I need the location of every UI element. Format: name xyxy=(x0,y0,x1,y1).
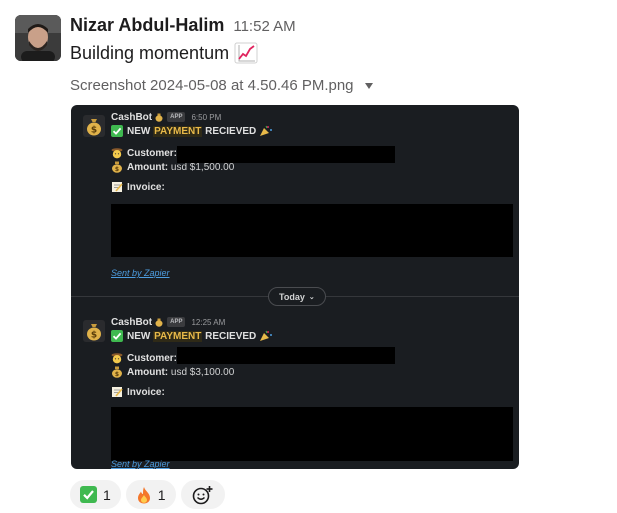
bot-message: $ CashBot APP 12:25 AM NEW PAYMENT RECIE… xyxy=(71,316,519,469)
invoice-label: Invoice: xyxy=(127,386,165,398)
message-text: Building momentum xyxy=(70,42,258,64)
message-body: Building momentum xyxy=(70,42,230,63)
money-bag-icon xyxy=(155,113,163,122)
customer-label: Customer: xyxy=(127,147,178,159)
invoice-line: Invoice: xyxy=(111,180,513,194)
party-popper-icon xyxy=(260,125,273,136)
bot-name: CashBot xyxy=(111,111,153,123)
money-bag-icon: $ xyxy=(112,161,122,173)
chart-increasing-icon xyxy=(234,42,258,64)
bot-name: CashBot xyxy=(111,316,153,328)
sent-by-link[interactable]: Sent by Zapier xyxy=(111,268,170,278)
redacted-customer xyxy=(177,146,395,163)
party-popper-icon xyxy=(260,330,273,341)
memo-icon xyxy=(112,387,123,397)
reactions-bar: 1 1 xyxy=(70,480,225,509)
svg-text:$: $ xyxy=(91,126,97,136)
amount-value: usd $3,100.00 xyxy=(170,366,235,378)
message-timestamp[interactable]: 11:52 AM xyxy=(233,18,295,35)
author-name[interactable]: Nizar Abdul-Halim xyxy=(70,15,224,36)
app-badge: APP xyxy=(167,112,186,122)
money-bag-icon: $ xyxy=(83,115,105,137)
today-label: Today xyxy=(279,291,305,302)
amount-line: $ Amount: usd $3,100.00 xyxy=(111,365,513,379)
message-header: Nizar Abdul-Halim 11:52 AM xyxy=(70,15,296,37)
reaction-fire[interactable]: 1 xyxy=(125,480,176,509)
file-name-label[interactable]: Screenshot 2024-05-08 at 4.50.46 PM.png xyxy=(70,77,354,94)
headline-suffix: RECIEVED xyxy=(205,125,257,137)
amount-label: Amount: xyxy=(127,366,169,378)
svg-text:$: $ xyxy=(115,371,119,378)
headline-prefix: NEW xyxy=(127,125,151,137)
bot-timestamp: 12:25 AM xyxy=(191,317,226,327)
invoice-line: Invoice: xyxy=(111,385,513,399)
file-name[interactable]: Screenshot 2024-05-08 at 4.50.46 PM.png xyxy=(70,77,373,94)
reaction-count: 1 xyxy=(103,486,111,503)
app-badge: APP xyxy=(167,317,186,327)
sent-by-link[interactable]: Sent by Zapier xyxy=(111,459,170,469)
redacted-invoice xyxy=(111,407,513,461)
headline-prefix: NEW xyxy=(127,330,151,342)
add-reaction-icon xyxy=(192,485,213,504)
today-pill[interactable]: Today ⌄ xyxy=(268,287,326,306)
bot-message: $ CashBot APP 6:50 PM NEW PAYMENT RECIEV… xyxy=(71,111,519,281)
white-check-mark-icon xyxy=(111,330,123,342)
attached-screenshot[interactable]: $ CashBot APP 6:50 PM NEW PAYMENT RECIEV… xyxy=(71,105,519,469)
white-check-mark-icon xyxy=(80,486,97,503)
bot-timestamp: 6:50 PM xyxy=(191,112,222,122)
bot-header: CashBot APP 6:50 PM xyxy=(111,111,513,123)
payment-headline: NEW PAYMENT RECIEVED xyxy=(111,329,513,343)
headline-suffix: RECIEVED xyxy=(205,330,257,342)
add-reaction-button[interactable] xyxy=(180,480,225,509)
payment-headline: NEW PAYMENT RECIEVED xyxy=(111,124,513,138)
redacted-invoice xyxy=(111,204,513,257)
chevron-down-icon: ⌄ xyxy=(308,293,315,301)
money-bag-icon xyxy=(155,318,163,327)
invoice-label: Invoice: xyxy=(127,181,165,193)
money-bag-icon: $ xyxy=(83,320,105,342)
customer-label: Customer: xyxy=(127,352,178,364)
white-check-mark-icon xyxy=(111,125,123,137)
headline-highlight: PAYMENT xyxy=(153,330,203,342)
amount-value: usd $1,500.00 xyxy=(170,161,235,173)
reaction-check[interactable]: 1 xyxy=(70,480,121,509)
cowboy-face-icon xyxy=(111,353,123,364)
svg-text:$: $ xyxy=(91,331,97,341)
avatar[interactable] xyxy=(15,15,61,61)
fire-icon xyxy=(137,486,150,503)
svg-text:$: $ xyxy=(115,166,119,173)
redacted-customer xyxy=(177,347,395,364)
chevron-down-icon[interactable] xyxy=(364,82,373,89)
headline-highlight: PAYMENT xyxy=(153,125,203,137)
cowboy-face-icon xyxy=(111,148,123,159)
bot-header: CashBot APP 12:25 AM xyxy=(111,316,513,328)
memo-icon xyxy=(112,182,123,192)
amount-label: Amount: xyxy=(127,161,169,173)
money-bag-icon: $ xyxy=(112,366,122,378)
reaction-count: 1 xyxy=(157,486,166,503)
